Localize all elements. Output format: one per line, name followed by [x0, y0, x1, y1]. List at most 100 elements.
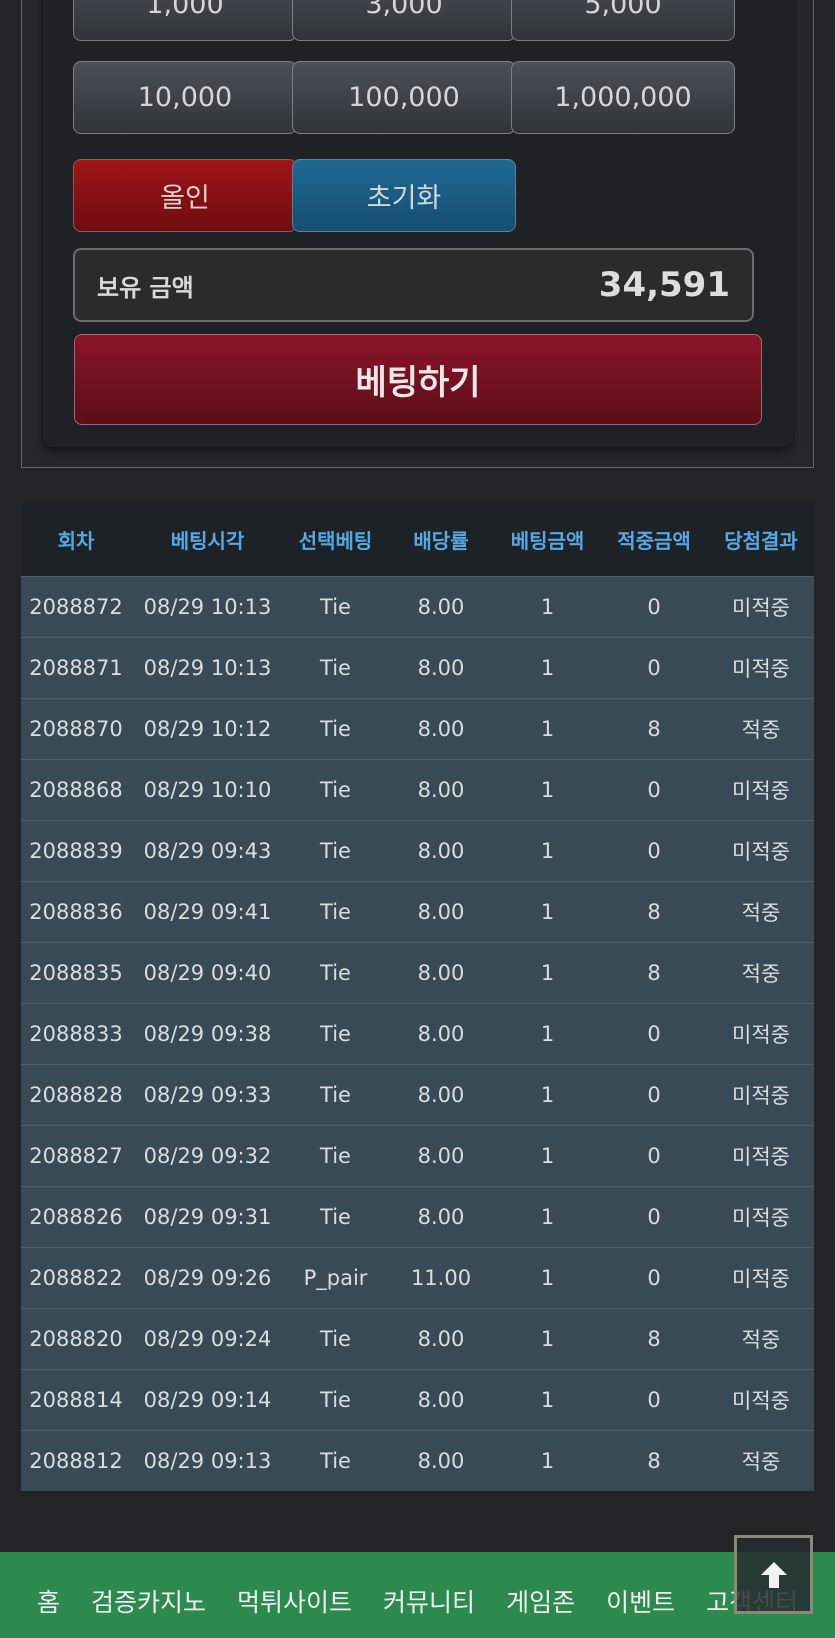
cell-round: 2088872: [29, 594, 123, 619]
cell-round: 2088827: [29, 1143, 123, 1168]
cell-round: 2088820: [29, 1326, 123, 1351]
table-row: 2088828 08/29 09:33 Tie 8.00 1 0 미적중: [21, 1064, 814, 1125]
chip-100000-button[interactable]: 100,000: [292, 61, 516, 134]
chip-3000-button[interactable]: 3,000: [292, 0, 516, 41]
cell-result: 적중: [741, 900, 781, 925]
cell-round: 2088822: [29, 1265, 123, 1290]
table-header-row: 회차 베팅시각 선택베팅 배당률 베팅금액 적중금액 당첨결과: [21, 503, 814, 576]
table-row: 2088822 08/29 09:26 P_pair 11.00 1 0 미적중: [21, 1247, 814, 1308]
cell-win-amount: 0: [647, 594, 661, 619]
cell-win-amount: 0: [647, 655, 661, 680]
allin-button[interactable]: 올인: [73, 159, 297, 232]
footer-nav-link[interactable]: 홈: [37, 1583, 60, 1619]
cell-win-amount: 0: [647, 1082, 661, 1107]
cell-bet-amount: 1: [540, 960, 555, 985]
cell-selection: Tie: [320, 1143, 351, 1168]
cell-selection: Tie: [320, 1021, 351, 1046]
cell-bet-time: 08/29 09:38: [143, 1021, 272, 1046]
cell-bet-time: 08/29 09:24: [143, 1326, 272, 1351]
cell-selection: Tie: [320, 1326, 351, 1351]
table-row: 2088833 08/29 09:38 Tie 8.00 1 0 미적중: [21, 1003, 814, 1064]
cell-bet-amount: 1: [540, 716, 555, 741]
chip-10000-button[interactable]: 10,000: [73, 61, 297, 134]
cell-odds: 8.00: [417, 1204, 465, 1229]
cell-win-amount: 8: [647, 1448, 661, 1473]
cell-odds: 8.00: [417, 838, 465, 863]
cell-result: 적중: [741, 717, 781, 742]
cell-bet-time: 08/29 10:10: [143, 777, 272, 802]
table-row: 2088827 08/29 09:32 Tie 8.00 1 0 미적중: [21, 1125, 814, 1186]
table-body: 2088872 08/29 10:13 Tie 8.00 1 0 미적중 2088871 08/…: [21, 576, 814, 1491]
footer-nav-link[interactable]: 게임존: [506, 1583, 575, 1619]
reset-button[interactable]: 초기화: [292, 159, 516, 232]
cell-odds: 8.00: [417, 1143, 465, 1168]
cell-odds: 8.00: [417, 1021, 465, 1046]
cell-odds: 8.00: [417, 1326, 465, 1351]
cell-bet-amount: 1: [540, 1021, 555, 1046]
footer-nav-link[interactable]: 커뮤니티: [383, 1583, 475, 1619]
balance-box: 보유 금액 34,591: [73, 248, 754, 322]
header-win-amount: 적중금액: [617, 528, 691, 553]
footer-nav-link[interactable]: 이벤트: [606, 1583, 675, 1619]
cell-bet-amount: 1: [540, 777, 555, 802]
header-selection: 선택베팅: [298, 528, 373, 553]
cell-odds: 11.00: [410, 1265, 472, 1290]
cell-round: 2088836: [29, 899, 123, 924]
cell-win-amount: 0: [647, 777, 661, 802]
cell-odds: 8.00: [417, 777, 465, 802]
chip-5000-button[interactable]: 5,000: [511, 0, 735, 41]
cell-result: 적중: [741, 1449, 781, 1474]
cell-result: 미적중: [732, 1266, 790, 1291]
chip-1000000-button[interactable]: 1,000,000: [511, 61, 735, 134]
table-row: 2088812 08/29 09:13 Tie 8.00 1 8 적중: [21, 1430, 814, 1491]
cell-result: 미적중: [732, 595, 790, 620]
footer-nav-link[interactable]: 공지사항: [444, 1633, 536, 1638]
table-row: 2088820 08/29 09:24 Tie 8.00 1 8 적중: [21, 1308, 814, 1369]
cell-win-amount: 0: [647, 1021, 661, 1046]
cell-bet-amount: 1: [540, 1082, 555, 1107]
cell-selection: Tie: [320, 1204, 351, 1229]
cell-result: 미적중: [732, 656, 790, 681]
cell-odds: 8.00: [417, 716, 465, 741]
cell-win-amount: 8: [647, 716, 661, 741]
cell-result: 적중: [741, 961, 781, 986]
header-bet-time: 베팅시각: [170, 528, 245, 553]
scroll-top-button[interactable]: [734, 1535, 813, 1614]
cell-bet-time: 08/29 09:33: [143, 1082, 272, 1107]
cell-bet-amount: 1: [540, 594, 555, 619]
table-row: 2088872 08/29 10:13 Tie 8.00 1 0 미적중: [21, 576, 814, 637]
balance-value: 34,591: [598, 265, 730, 305]
cell-result: 미적중: [732, 1205, 790, 1230]
cell-selection: P_pair: [303, 1265, 368, 1290]
cell-round: 2088868: [29, 777, 123, 802]
footer-nav-link[interactable]: 검증카지노: [91, 1583, 206, 1619]
chip-1000-button[interactable]: 1,000: [73, 0, 297, 41]
header-result: 당첨결과: [724, 528, 798, 553]
betting-history-table: 회차 베팅시각 선택베팅 배당률 베팅금액 적중금액 당첨결과 2088872 0…: [21, 503, 814, 1491]
header-bet-amount: 베팅금액: [510, 528, 585, 553]
footer-nav-link[interactable]: 출석체크: [322, 1633, 414, 1638]
arrow-up-icon: [760, 1561, 787, 1588]
table-row: 2088868 08/29 10:10 Tie 8.00 1 0 미적중: [21, 759, 814, 820]
cell-selection: Tie: [320, 594, 351, 619]
table-row: 2088870 08/29 10:12 Tie 8.00 1 8 적중: [21, 698, 814, 759]
cell-bet-amount: 1: [540, 1204, 555, 1229]
cell-odds: 8.00: [417, 1387, 465, 1412]
footer-nav: 홈검증카지노먹튀사이트커뮤니티게임존이벤트고객센터 출석체크공지사항: [0, 1552, 835, 1638]
table-row: 2088836 08/29 09:41 Tie 8.00 1 8 적중: [21, 881, 814, 942]
cell-win-amount: 0: [647, 1204, 661, 1229]
balance-label: 보유 금액: [97, 273, 194, 302]
cell-bet-amount: 1: [540, 1448, 555, 1473]
cell-selection: Tie: [320, 1082, 351, 1107]
cell-bet-time: 08/29 10:13: [143, 655, 272, 680]
cell-bet-amount: 1: [540, 1326, 555, 1351]
cell-bet-time: 08/29 09:14: [143, 1387, 272, 1412]
cell-result: 미적중: [732, 839, 790, 864]
footer-nav-link[interactable]: 먹튀사이트: [237, 1583, 352, 1619]
place-bet-button[interactable]: 베팅하기: [74, 334, 762, 425]
cell-win-amount: 8: [647, 1326, 661, 1351]
table-row: 2088839 08/29 09:43 Tie 8.00 1 0 미적중: [21, 820, 814, 881]
table-row: 2088871 08/29 10:13 Tie 8.00 1 0 미적중: [21, 637, 814, 698]
cell-selection: Tie: [320, 655, 351, 680]
cell-odds: 8.00: [417, 594, 465, 619]
